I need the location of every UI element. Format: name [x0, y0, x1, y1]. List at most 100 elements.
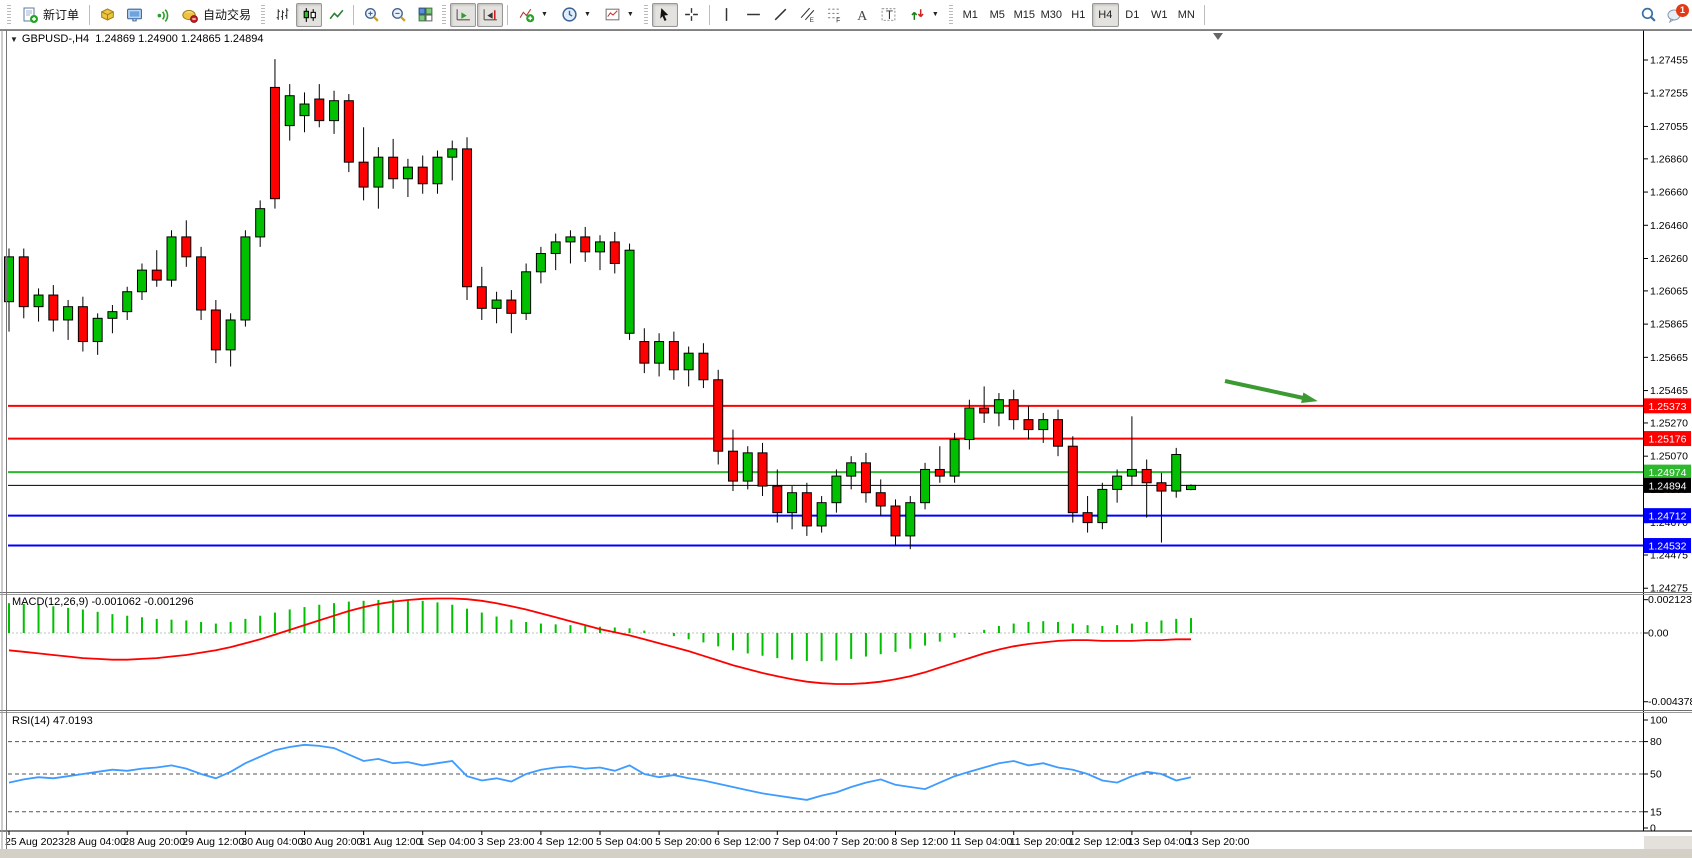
rsi-layer: [8, 742, 1644, 812]
toolbar-separator: [507, 5, 508, 25]
toolbar-separator: [353, 5, 354, 25]
new-order-label: 新订单: [43, 6, 79, 23]
toolbar: 新订单 自动交易 ▼ ▼: [0, 0, 1692, 30]
timeframe-button-h4[interactable]: H4: [1092, 3, 1119, 27]
timeframe-button-w1[interactable]: W1: [1146, 3, 1173, 27]
line-chart-button[interactable]: [323, 3, 349, 27]
cursor-icon: [656, 6, 673, 23]
timeframe-button-m5[interactable]: M5: [984, 3, 1011, 27]
line-chart-icon: [328, 6, 345, 23]
toolbar-grip[interactable]: [644, 5, 648, 25]
chart-menu-triangle-icon[interactable]: ▼: [10, 35, 18, 44]
tile-windows-button[interactable]: [412, 3, 438, 27]
new-order-icon: [21, 6, 39, 24]
market-box-button[interactable]: [94, 3, 120, 27]
fibonacci-button[interactable]: F: [822, 3, 848, 27]
chevron-down-icon: ▼: [541, 11, 548, 18]
chart-shift-icon: [482, 6, 499, 23]
chart-symbol-period: GBPUSD-,H4: [22, 33, 89, 45]
indicators-icon: [518, 6, 535, 23]
chart-shift-button[interactable]: [477, 3, 503, 27]
annotations-layer[interactable]: [1213, 33, 1318, 403]
indicators-button[interactable]: ▼: [512, 3, 554, 27]
chevron-down-icon: ▼: [932, 11, 939, 18]
zoom-in-button[interactable]: [358, 3, 384, 27]
auto-trading-button[interactable]: 自动交易: [175, 3, 257, 27]
text-label-button[interactable]: T: [876, 3, 902, 27]
chart-canvas[interactable]: 1.274551.272551.270551.268601.266601.264…: [0, 0, 1692, 858]
tile-windows-icon: [417, 6, 434, 23]
svg-text:E: E: [810, 17, 814, 23]
toolbar-grip[interactable]: [949, 5, 953, 25]
timeframe-button-m30[interactable]: M30: [1038, 3, 1065, 27]
text-label-icon: T: [880, 6, 897, 23]
text-icon: A: [853, 6, 870, 23]
crosshair-icon: [683, 6, 700, 23]
timeframe-button-mn[interactable]: MN: [1173, 3, 1200, 27]
auto-scroll-button[interactable]: [450, 3, 476, 27]
toolbar-grip[interactable]: [442, 5, 446, 25]
trend-arrow-head: [1301, 392, 1318, 403]
toolbar-grip[interactable]: [7, 5, 11, 25]
zoom-in-icon: [363, 6, 380, 23]
toolbar-separator: [709, 5, 710, 25]
toolbar-separator: [89, 5, 90, 25]
chart-ohlc-values: 1.24869 1.24900 1.24865 1.24894: [95, 33, 263, 45]
timeframe-button-m1[interactable]: M1: [957, 3, 984, 27]
signals-button[interactable]: [148, 3, 174, 27]
equidistant-channel-button[interactable]: E: [795, 3, 821, 27]
templates-icon: [604, 6, 621, 23]
candlestick-chart-button[interactable]: [296, 3, 322, 27]
cursor-button[interactable]: [652, 3, 678, 27]
rsi-label: RSI(14) 47.0193: [12, 715, 93, 727]
auto-trading-label: 自动交易: [203, 6, 251, 23]
notifications-button[interactable]: 1: [1662, 3, 1688, 27]
terminal-button[interactable]: [121, 3, 147, 27]
horizontal-line-button[interactable]: [741, 3, 767, 27]
price-axis[interactable]: [1644, 31, 1692, 831]
arrows-icon: [909, 6, 926, 23]
notification-badge: 1: [1676, 4, 1689, 17]
new-order-button[interactable]: 新订单: [15, 3, 85, 27]
templates-button[interactable]: ▼: [598, 3, 640, 27]
auto-trading-icon: [181, 6, 199, 24]
trendline-button[interactable]: [768, 3, 794, 27]
toolbar-grip[interactable]: [261, 5, 265, 25]
arrows-button[interactable]: ▼: [903, 3, 945, 27]
periods-button[interactable]: ▼: [555, 3, 597, 27]
toolbar-separator: [1204, 5, 1205, 25]
macd-label: MACD(12,26,9) -0.001062 -0.001296: [12, 596, 194, 608]
chart-shift-marker: [1213, 33, 1223, 40]
time-axis[interactable]: [0, 832, 1643, 850]
vertical-line-button[interactable]: [714, 3, 740, 27]
signals-icon: [153, 6, 170, 23]
trendline-icon: [772, 6, 789, 23]
terminal-icon: [126, 6, 143, 23]
bar-chart-icon: [274, 6, 291, 23]
svg-text:T: T: [886, 9, 893, 22]
timeframe-button-d1[interactable]: D1: [1119, 3, 1146, 27]
timeframe-buttons: M1M5M15M30H1H4D1W1MN: [957, 3, 1200, 27]
crosshair-button[interactable]: [679, 3, 705, 27]
search-icon: [1640, 6, 1657, 23]
chevron-down-icon: ▼: [584, 11, 591, 18]
text-button[interactable]: A: [849, 3, 875, 27]
horizontal-line-icon: [745, 6, 762, 23]
equidistant-channel-icon: E: [799, 6, 816, 23]
bar-chart-button[interactable]: [269, 3, 295, 27]
search-button[interactable]: [1635, 3, 1661, 27]
axis-layer[interactable]: 1.274551.272551.270551.268601.266601.264…: [5, 55, 1692, 849]
frame-layer: [0, 30, 1692, 858]
candles-layer[interactable]: [5, 59, 1196, 549]
zoom-out-icon: [390, 6, 407, 23]
market-box-icon: [99, 6, 116, 23]
timeframe-button-m15[interactable]: M15: [1011, 3, 1038, 27]
chevron-down-icon: ▼: [627, 11, 634, 18]
svg-text:A: A: [858, 8, 868, 23]
zoom-out-button[interactable]: [385, 3, 411, 27]
chart-title: ▼ GBPUSD-,H4 1.24869 1.24900 1.24865 1.24…: [10, 33, 264, 45]
vertical-line-icon: [718, 6, 735, 23]
timeframe-button-h1[interactable]: H1: [1065, 3, 1092, 27]
trend-arrow: [1225, 381, 1308, 399]
fibonacci-icon: F: [826, 6, 843, 23]
